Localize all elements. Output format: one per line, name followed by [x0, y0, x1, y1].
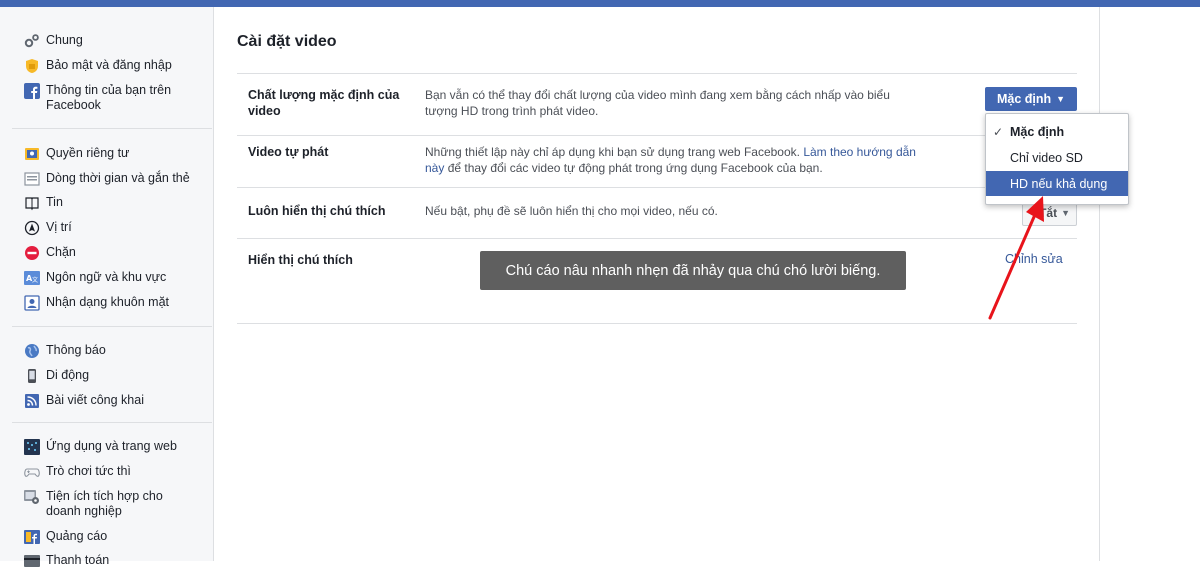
top-bar: [0, 0, 1200, 7]
setting-desc-default-quality: Bạn vẫn có thể thay đổi chất lượng của v…: [425, 88, 890, 118]
page-title: Cài đặt video: [237, 33, 337, 50]
setting-label-always-show-captions: Luôn hiển thị chú thích: [248, 204, 386, 218]
caption-preview: Chú cáo nâu nhanh nhẹn đã nhảy qua chú c…: [480, 251, 906, 290]
caret-down-icon: ▼: [1061, 208, 1070, 218]
sidebar-item-label: Bảo mật và đăng nhập: [46, 58, 172, 72]
sidebar-item-business-integrations[interactable]: Tiện ích tích hợp cho doanh nghiệp: [24, 489, 163, 519]
setting-desc-always-show-captions: Nếu bật, phụ đề sẽ luôn hiển thị cho mọi…: [425, 204, 718, 218]
autoplay-instructions-link[interactable]: Làm theo hướng dẫn: [803, 145, 916, 159]
dropdown-option-hd-if-available[interactable]: HD nếu khả dụng: [986, 171, 1128, 196]
section-divider: [237, 187, 1077, 188]
section-divider: [237, 73, 1077, 74]
sidebar-item-label: Quyền riêng tư: [46, 146, 130, 160]
sidebar-item-mobile[interactable]: Di động: [24, 368, 89, 384]
sidebar-item-language-region[interactable]: A文 Ngôn ngữ và khu vực: [24, 270, 166, 286]
language-icon: A文: [24, 270, 40, 286]
sidebar-item-your-facebook-info[interactable]: Thông tin của bạn trên Facebook: [24, 83, 171, 113]
sidebar-item-instant-games[interactable]: Trò chơi tức thì: [24, 464, 131, 480]
section-divider: [237, 135, 1077, 136]
sidebar-item-label: Tiện ích tích hợp cho doanh nghiệp: [46, 489, 163, 518]
ads-icon: [24, 529, 40, 545]
sidebar-divider: [12, 422, 212, 423]
autoplay-instructions-link-cont[interactable]: này: [425, 161, 444, 175]
apps-icon: [24, 439, 40, 455]
setting-label-default-quality: Chất lượng mặc định của video: [248, 88, 400, 118]
sidebar-item-label: Di động: [46, 368, 90, 382]
sidebar-item-label: Tin: [46, 195, 63, 209]
svg-text:文: 文: [32, 276, 38, 284]
setting-desc-autoplay: Những thiết lập này chỉ áp dụng khi bạn …: [425, 145, 916, 175]
lock-icon: [24, 146, 40, 162]
shield-icon: [24, 58, 40, 74]
sidebar-item-notifications[interactable]: Thông báo: [24, 343, 106, 359]
edit-caption-style-link[interactable]: Chỉnh sửa: [1005, 252, 1063, 266]
gears-icon: [24, 33, 40, 49]
sidebar-divider: [12, 128, 212, 129]
sidebar-item-privacy[interactable]: Quyền riêng tư: [24, 146, 129, 162]
sidebar-item-label: Chung: [46, 33, 83, 47]
sidebar-item-timeline-tagging[interactable]: Dòng thời gian và gắn thẻ: [24, 171, 190, 187]
sidebar-item-face-recognition[interactable]: Nhận dạng khuôn mặt: [24, 295, 169, 311]
sidebar-item-ads[interactable]: Quảng cáo: [24, 529, 107, 545]
sidebar-item-label: Dòng thời gian và gắn thẻ: [46, 171, 190, 185]
sidebar-item-label: Ứng dụng và trang web: [46, 439, 177, 453]
sidebar-item-label: Bài viết công khai: [46, 393, 144, 407]
setting-label-caption-display: Hiển thị chú thích: [248, 253, 353, 267]
section-divider: [237, 323, 1077, 324]
block-icon: [24, 245, 40, 261]
sidebar-divider: [12, 326, 212, 327]
dropdown-option-default[interactable]: ✓ Mặc định: [986, 119, 1128, 144]
sidebar-item-label: Thông báo: [46, 343, 106, 357]
sidebar-item-label: Chặn: [46, 245, 76, 259]
mobile-icon: [24, 368, 40, 384]
sidebar-item-label: Trò chơi tức thì: [46, 464, 131, 478]
sidebar-item-general[interactable]: Chung: [24, 33, 83, 49]
rss-icon: [24, 393, 40, 409]
sidebar-item-security[interactable]: Bảo mật và đăng nhập: [24, 58, 172, 74]
caret-down-icon: ▼: [1056, 94, 1066, 104]
gamepad-icon: [24, 464, 40, 480]
sidebar-item-label: Nhận dạng khuôn mặt: [46, 295, 170, 309]
face-recognition-icon: [24, 295, 40, 311]
globe-icon: [24, 343, 40, 359]
payment-icon: [24, 553, 40, 569]
sidebar-item-label: Quảng cáo: [46, 529, 108, 543]
checkmark-icon: ✓: [992, 124, 1004, 139]
business-integration-icon: [24, 489, 40, 505]
location-icon: [24, 220, 40, 236]
sidebar-item-label: Thông tin của bạn trên Facebook: [46, 83, 172, 112]
sidebar-item-apps-websites[interactable]: Ứng dụng và trang web: [24, 439, 177, 455]
sidebar-item-blocking[interactable]: Chặn: [24, 245, 76, 261]
sidebar-item-label: Vị trí: [46, 220, 72, 234]
dropdown-option-sd-only[interactable]: Chỉ video SD: [986, 145, 1128, 170]
right-column-divider: [1099, 7, 1100, 561]
sidebar-item-location[interactable]: Vị trí: [24, 220, 72, 236]
sidebar-item-label: Ngôn ngữ và khu vực: [46, 270, 167, 284]
default-quality-dropdown-button[interactable]: Mặc định ▼: [985, 87, 1077, 111]
sidebar-item-stories[interactable]: Tin: [24, 195, 63, 211]
section-divider: [237, 238, 1077, 239]
sidebar-item-public-posts[interactable]: Bài viết công khai: [24, 393, 144, 409]
sidebar-item-payments[interactable]: Thanh toán: [24, 553, 109, 569]
quality-dropdown-menu: ✓ Mặc định Chỉ video SD HD nếu khả dụng: [985, 113, 1129, 205]
facebook-icon: [24, 83, 40, 99]
book-icon: [24, 195, 40, 211]
setting-label-autoplay: Video tự phát: [248, 145, 329, 159]
timeline-icon: [24, 171, 40, 187]
